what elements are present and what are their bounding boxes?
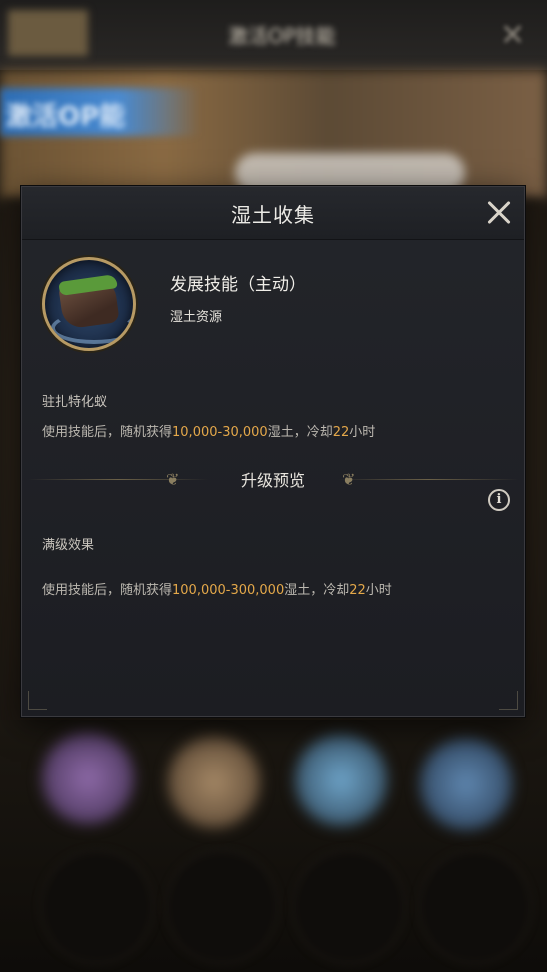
skill-resource-type: 湿土资源 (170, 310, 223, 325)
current-effect-desc: 使用技能后，随机获得10,000-30,000湿土，冷却22小时 (42, 421, 375, 440)
upgrade-preview-title: 升级预览 (240, 471, 305, 490)
wet-soil-rock-icon (42, 257, 136, 351)
skill-name: 发展技能（主动） (170, 275, 306, 295)
bg-skill-icon-3 (295, 734, 387, 826)
top-title-blurred: 激活OP技能 (228, 24, 336, 48)
current-desc-suffix: 小时 (349, 425, 376, 440)
skill-detail-dialog: 湿土收集 发展技能（主动） 湿土资源 驻扎特化蚁 使用技能后，随机获得10,00… (21, 186, 525, 717)
top-close-blurred-icon: ✕ (500, 18, 526, 53)
bg-skill-icon-4 (420, 738, 512, 830)
back-button-blurred (8, 10, 88, 56)
bg-slot-1 (40, 850, 154, 964)
max-level-label: 满级效果 (42, 538, 95, 553)
max-desc-middle: 湿土，冷却 (284, 583, 350, 598)
dialog-title: 湿土收集 (231, 203, 315, 227)
bg-skill-icon-1 (42, 732, 134, 824)
max-desc-range: 100,000-300,000 (172, 583, 285, 598)
blue-banner-text: 激活OP能 (6, 102, 126, 132)
close-icon[interactable] (481, 195, 517, 231)
current-level-label: 驻扎特化蚁 (42, 395, 108, 410)
bg-skill-icon-2 (168, 736, 260, 828)
bg-slot-2 (165, 850, 279, 964)
info-icon[interactable]: i (488, 489, 510, 511)
corner-ornament-left (28, 691, 47, 710)
max-desc-hours: 22 (349, 583, 366, 598)
current-desc-hours: 22 (332, 425, 350, 440)
current-desc-prefix: 使用技能后，随机获得 (42, 425, 173, 440)
current-desc-middle: 湿土，冷却 (267, 425, 333, 440)
dialog-header: 湿土收集 (22, 187, 524, 240)
max-effect-desc: 使用技能后，随机获得100,000-300,000湿土，冷却22小时 (42, 579, 392, 598)
bg-slot-4 (418, 850, 532, 964)
corner-ornament-right (499, 691, 518, 710)
max-desc-suffix: 小时 (365, 583, 392, 598)
bg-slot-3 (292, 850, 406, 964)
current-desc-range: 10,000-30,000 (172, 425, 268, 440)
max-desc-prefix: 使用技能后，随机获得 (42, 583, 173, 598)
